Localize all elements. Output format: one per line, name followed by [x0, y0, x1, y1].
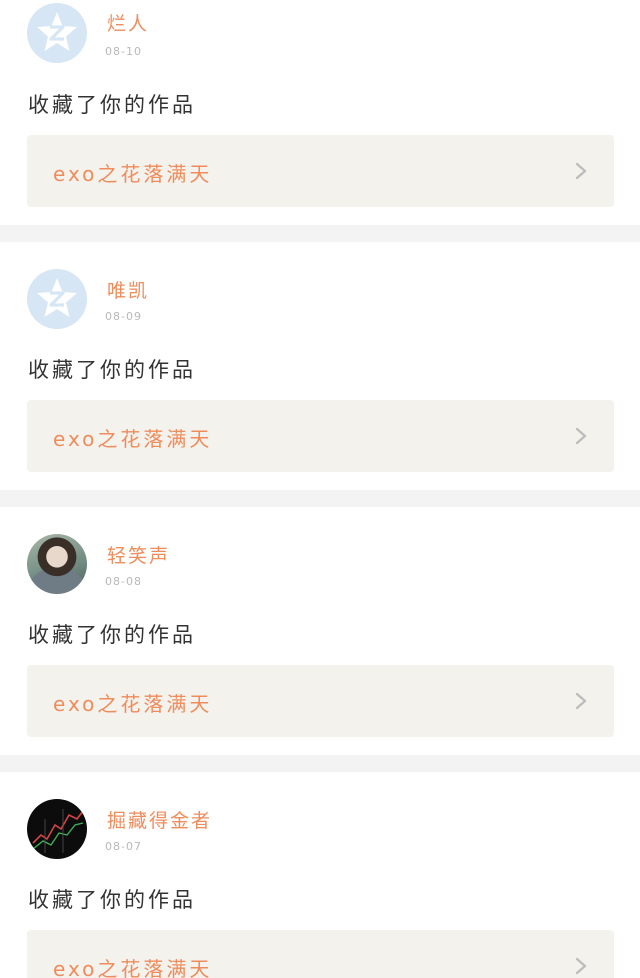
action-text: 收藏了你的作品	[28, 888, 196, 912]
post-date: 08-08	[105, 575, 142, 588]
username[interactable]: 掘藏得金者	[107, 806, 212, 833]
chevron-right-icon	[574, 692, 588, 710]
action-text: 收藏了你的作品	[28, 623, 196, 647]
activity-card: 烂人 08-10 收藏了你的作品 exo之花落满天	[0, 0, 640, 225]
activity-card: 轻笑声 08-08 收藏了你的作品 exo之花落满天	[0, 507, 640, 755]
username[interactable]: 烂人	[107, 9, 149, 36]
star-avatar-icon	[37, 278, 77, 317]
work-link-card[interactable]: exo之花落满天	[27, 400, 614, 472]
work-link-card[interactable]: exo之花落满天	[27, 930, 614, 978]
work-title: exo之花落满天	[53, 162, 213, 186]
post-date: 08-10	[105, 45, 142, 58]
post-date: 08-07	[105, 840, 142, 853]
user-avatar[interactable]	[27, 3, 87, 63]
chevron-right-icon	[574, 957, 588, 975]
activity-card: 掘藏得金者 08-07 收藏了你的作品 exo之花落满天	[0, 772, 640, 978]
work-title: exo之花落满天	[53, 692, 213, 716]
user-avatar[interactable]	[27, 799, 87, 859]
activity-card: 唯凯 08-09 收藏了你的作品 exo之花落满天	[0, 242, 640, 490]
user-avatar[interactable]	[27, 269, 87, 329]
work-title: exo之花落满天	[53, 427, 213, 451]
activity-feed: 烂人 08-10 收藏了你的作品 exo之花落满天 唯凯 08-09 收藏了你的…	[0, 0, 640, 978]
work-link-card[interactable]: exo之花落满天	[27, 665, 614, 737]
action-text: 收藏了你的作品	[28, 93, 196, 117]
star-avatar-icon	[37, 12, 77, 51]
chevron-right-icon	[574, 162, 588, 180]
user-avatar[interactable]	[27, 534, 87, 594]
username[interactable]: 唯凯	[107, 276, 149, 303]
chevron-right-icon	[574, 427, 588, 445]
work-link-card[interactable]: exo之花落满天	[27, 135, 614, 207]
work-title: exo之花落满天	[53, 957, 213, 978]
post-date: 08-09	[105, 310, 142, 323]
username[interactable]: 轻笑声	[107, 541, 170, 568]
action-text: 收藏了你的作品	[28, 358, 196, 382]
